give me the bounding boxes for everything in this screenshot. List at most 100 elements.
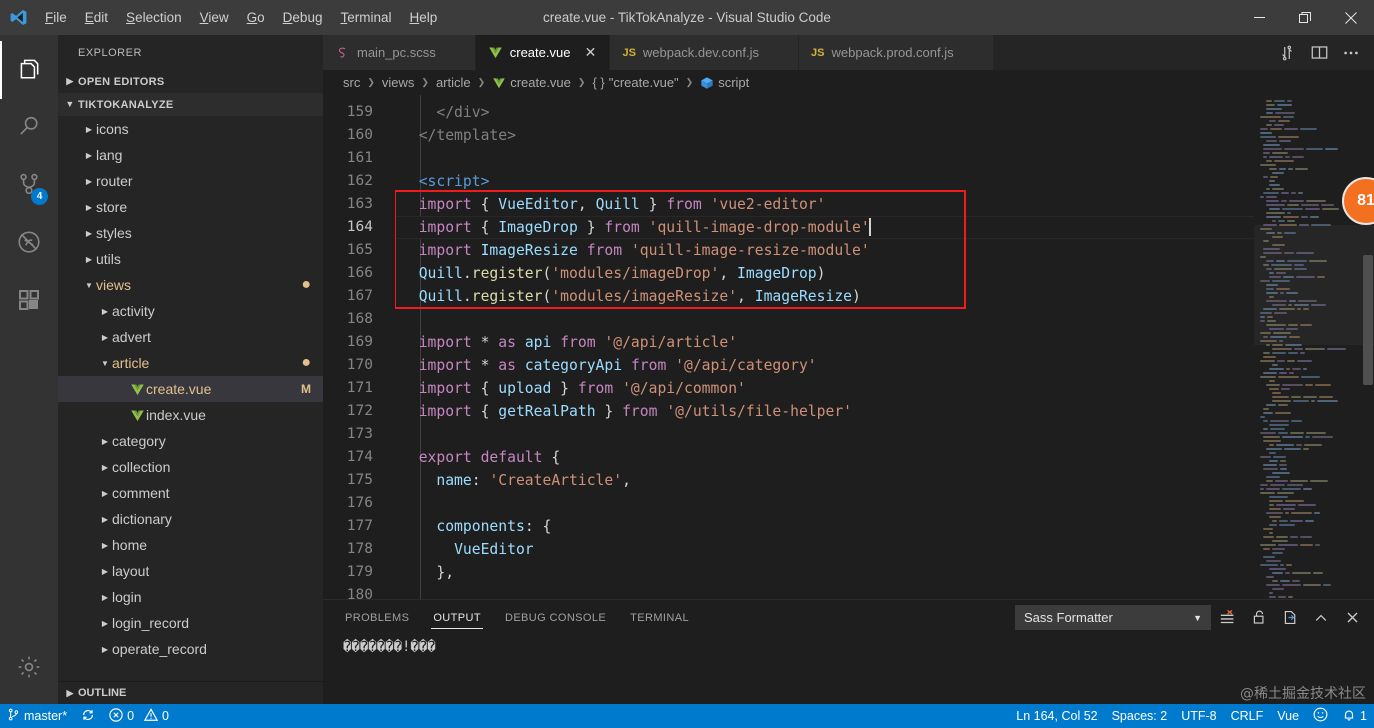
tree-item-home[interactable]: ▶home: [58, 532, 323, 558]
tab-webpack-dev-conf-js[interactable]: JSwebpack.dev.conf.js✕: [610, 35, 799, 70]
code-line[interactable]: import { getRealPath } from '@/utils/fil…: [395, 400, 1254, 423]
tab-webpack-prod-conf-js[interactable]: JSwebpack.prod.conf.js✕: [799, 35, 994, 70]
code-line[interactable]: import ImageResize from 'quill-image-res…: [395, 239, 1254, 262]
menu-bar[interactable]: File Edit Selection View Go Debug Termin…: [36, 6, 446, 29]
code-line[interactable]: import * as api from '@/api/article': [395, 331, 1254, 354]
code-line[interactable]: import { VueEditor, Quill } from 'vue2-e…: [395, 193, 1254, 216]
tree-item-create-vue[interactable]: create.vueM: [58, 376, 323, 402]
status-language-mode[interactable]: Vue: [1270, 704, 1306, 728]
tree-item-collection[interactable]: ▶collection: [58, 454, 323, 480]
outline-section[interactable]: ▶ OUTLINE: [58, 681, 323, 704]
tree-item-router[interactable]: ▶router: [58, 168, 323, 194]
activitybar-extensions[interactable]: [0, 273, 58, 331]
code-line[interactable]: name: 'CreateArticle',: [395, 469, 1254, 492]
menu-terminal[interactable]: Terminal: [331, 6, 400, 29]
status-cursor-position[interactable]: Ln 164, Col 52: [1009, 704, 1104, 728]
code-line[interactable]: Quill.register('modules/imageResize', Im…: [395, 285, 1254, 308]
menu-file[interactable]: File: [36, 6, 76, 29]
breadcrumb-item-src[interactable]: src: [343, 75, 360, 90]
tree-item-layout[interactable]: ▶layout: [58, 558, 323, 584]
menu-view[interactable]: View: [191, 6, 238, 29]
tree-item-activity[interactable]: ▶activity: [58, 298, 323, 324]
activitybar-explorer[interactable]: [0, 41, 58, 99]
menu-selection[interactable]: Selection: [117, 6, 191, 29]
code-line[interactable]: Quill.register('modules/imageDrop', Imag…: [395, 262, 1254, 285]
status-indentation[interactable]: Spaces: 2: [1105, 704, 1175, 728]
status-eol[interactable]: CRLF: [1224, 704, 1271, 728]
status-encoding[interactable]: UTF-8: [1174, 704, 1223, 728]
editor-scrollbar[interactable]: [1360, 95, 1374, 599]
code-line[interactable]: <script>: [395, 170, 1254, 193]
minimap[interactable]: 81: [1254, 95, 1374, 599]
file-tree[interactable]: ▶icons▶lang▶router▶store▶styles▶utils▼vi…: [58, 116, 323, 681]
close-window-button[interactable]: [1328, 0, 1374, 35]
run-sync-icon[interactable]: [1272, 38, 1302, 68]
tree-item-store[interactable]: ▶store: [58, 194, 323, 220]
tree-item-operate-record[interactable]: ▶operate_record: [58, 636, 323, 662]
tree-item-lang[interactable]: ▶lang: [58, 142, 323, 168]
activitybar-search[interactable]: [0, 99, 58, 157]
clear-output-icon[interactable]: [1214, 604, 1242, 632]
activitybar-settings[interactable]: [0, 640, 58, 698]
tree-item-index-vue[interactable]: index.vue: [58, 402, 323, 428]
minimap-slider[interactable]: [1254, 225, 1374, 345]
tab-main-pc-scss[interactable]: main_pc.scss✕: [323, 35, 476, 70]
status-branch[interactable]: master*: [0, 704, 74, 728]
breadcrumb-item-createvue[interactable]: create.vue: [492, 75, 571, 90]
code-line[interactable]: [395, 423, 1254, 446]
code-line[interactable]: [395, 308, 1254, 331]
tree-item-styles[interactable]: ▶styles: [58, 220, 323, 246]
open-in-editor-icon[interactable]: [1276, 604, 1304, 632]
code-line[interactable]: components: {: [395, 515, 1254, 538]
breadcrumb-item-article[interactable]: article: [436, 75, 471, 90]
code-line[interactable]: import { ImageDrop } from 'quill-image-d…: [395, 216, 1254, 239]
open-editors-section[interactable]: ▶ OPEN EDITORS: [58, 70, 323, 93]
more-actions-icon[interactable]: [1336, 38, 1366, 68]
tree-item-dictionary[interactable]: ▶dictionary: [58, 506, 323, 532]
code-content[interactable]: </div> </template> <script> import { Vue…: [395, 95, 1254, 599]
breadcrumb-item-views[interactable]: views: [382, 75, 415, 90]
code-line[interactable]: </div>: [395, 101, 1254, 124]
status-problems[interactable]: 0 0: [102, 704, 176, 728]
tree-item-login[interactable]: ▶login: [58, 584, 323, 610]
tree-item-category[interactable]: ▶category: [58, 428, 323, 454]
panel-tab-terminal[interactable]: TERMINAL: [628, 600, 691, 635]
menu-edit[interactable]: Edit: [76, 6, 117, 29]
menu-help[interactable]: Help: [400, 6, 446, 29]
status-sync[interactable]: [74, 704, 102, 728]
tab-close-icon[interactable]: ✕: [583, 44, 597, 61]
split-editor-icon[interactable]: [1304, 38, 1334, 68]
minimize-button[interactable]: [1236, 0, 1282, 35]
output-channel-select[interactable]: Sass Formatter ▼: [1015, 605, 1211, 630]
tree-item-utils[interactable]: ▶utils: [58, 246, 323, 272]
maximize-button[interactable]: [1282, 0, 1328, 35]
tree-item-views[interactable]: ▼views●: [58, 272, 323, 298]
tree-item-comment[interactable]: ▶comment: [58, 480, 323, 506]
code-line[interactable]: import * as categoryApi from '@/api/cate…: [395, 354, 1254, 377]
lock-scroll-icon[interactable]: [1245, 604, 1273, 632]
close-panel-icon[interactable]: [1338, 604, 1366, 632]
tree-item-article[interactable]: ▼article●: [58, 350, 323, 376]
breadcrumb[interactable]: src❯views❯article❯create.vue❯{ }"create.…: [323, 70, 1374, 95]
output-content[interactable]: �������!���: [323, 635, 1374, 704]
code-line[interactable]: VueEditor: [395, 538, 1254, 561]
status-notifications[interactable]: 1: [1335, 704, 1374, 728]
code-editor[interactable]: 1591601611621631641651661671681691701711…: [323, 95, 1374, 599]
code-line[interactable]: </template>: [395, 124, 1254, 147]
code-line[interactable]: import { upload } from '@/api/common': [395, 377, 1254, 400]
code-line[interactable]: [395, 584, 1254, 599]
menu-debug[interactable]: Debug: [274, 6, 332, 29]
tab-create-vue[interactable]: create.vue✕: [476, 35, 611, 70]
code-line[interactable]: [395, 147, 1254, 170]
menu-go[interactable]: Go: [238, 6, 274, 29]
breadcrumb-item-script[interactable]: script: [700, 75, 749, 90]
tree-item-login-record[interactable]: ▶login_record: [58, 610, 323, 636]
code-line[interactable]: [395, 492, 1254, 515]
panel-tab-problems[interactable]: PROBLEMS: [343, 600, 411, 635]
maximize-panel-icon[interactable]: [1307, 604, 1335, 632]
breadcrumb-item-createvue[interactable]: { }"create.vue": [592, 75, 678, 90]
code-line[interactable]: },: [395, 561, 1254, 584]
panel-tab-debug-console[interactable]: DEBUG CONSOLE: [503, 600, 608, 635]
status-feedback[interactable]: [1306, 704, 1335, 728]
tree-item-icons[interactable]: ▶icons: [58, 116, 323, 142]
